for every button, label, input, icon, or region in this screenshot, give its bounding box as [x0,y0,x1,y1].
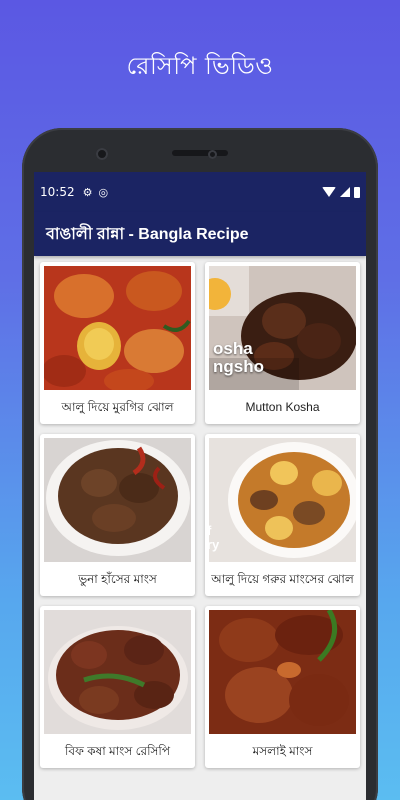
thumbnail-overlay-text: f ry [209,523,220,552]
sync-icon: ◎ [98,185,109,199]
recipe-title: আলু দিয়ে গরুর মাংসের ঝোল [211,572,354,586]
recipe-card[interactable]: মসলাই মাংস [205,606,360,768]
recipe-title: Mutton Kosha [245,400,320,414]
front-camera-icon [96,148,108,160]
recipe-title: ভুনা হাঁসের মাংস [78,572,157,586]
recipe-thumbnail: f ry [209,438,356,562]
battery-icon [354,186,360,198]
recipe-thumbnail [44,438,191,562]
recipe-card[interactable]: osha ngsho Mutton Kosha [205,262,360,424]
recipe-card[interactable]: f ry আলু দিয়ে গরুর মাংসের ঝোল [205,434,360,596]
phone-screen: 10:52 ⚙ ◎ বাঙালী রান্না - Bangla Recipe [34,172,366,800]
recipe-grid: আলু দিয়ে মুরগির ঝোল osha ngsho Mutton K… [34,256,366,768]
recipe-title: আলু দিয়ে মুরগির ঝোল [61,400,174,414]
recipe-card[interactable]: ভুনা হাঁসের মাংস [40,434,195,596]
recipe-thumbnail [44,610,191,734]
recipe-title: বিফ কষা মাংস রেসিপি [64,744,171,758]
earpiece-speaker [172,150,228,156]
phone-frame: 10:52 ⚙ ◎ বাঙালী রান্না - Bangla Recipe [22,128,378,800]
recipe-thumbnail [209,610,356,734]
recipe-card[interactable]: বিফ কষা মাংস রেসিপি [40,606,195,768]
recipe-card[interactable]: আলু দিয়ে মুরগির ঝোল [40,262,195,424]
cell-signal-icon [340,187,350,197]
settings-gear-icon: ⚙ [82,185,93,199]
app-bar: বাঙালী রান্না - Bangla Recipe [34,212,366,256]
recipe-thumbnail: osha ngsho [209,266,356,390]
promo-title: রেসিপি ভিডিও [126,52,274,80]
status-bar: 10:52 ⚙ ◎ [34,172,366,212]
wifi-icon [322,187,336,197]
status-time: 10:52 [40,185,75,199]
recipe-thumbnail [44,266,191,390]
sensor-icon [208,150,217,159]
app-title: বাঙালী রান্না - Bangla Recipe [46,225,249,243]
recipe-title: মসলাই মাংস [252,744,313,758]
thumbnail-overlay-text: osha ngsho [213,339,264,376]
